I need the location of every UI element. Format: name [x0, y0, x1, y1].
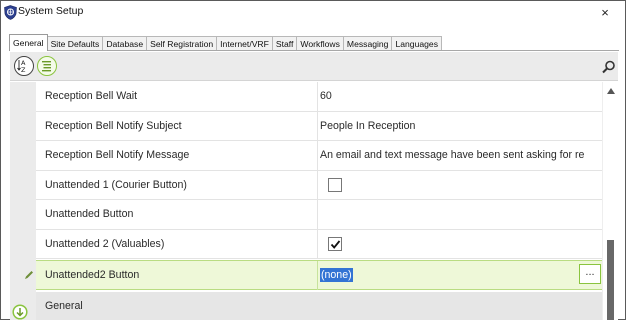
selected-value-text[interactable]: (none): [320, 268, 353, 282]
property-label: Unattended 1 (Courier Button): [45, 178, 187, 191]
column-divider: [317, 229, 318, 259]
property-label: Unattended2 Button: [45, 269, 140, 281]
property-grid: Reception Bell Wait 60 Reception Bell No…: [10, 82, 618, 320]
app-shield-icon: [4, 5, 17, 20]
column-divider: [317, 111, 318, 141]
expand-down-icon[interactable]: [12, 304, 28, 320]
window-title: System Setup: [18, 5, 84, 17]
unattended-2-checkbox[interactable]: [328, 236, 342, 251]
property-row[interactable]: Reception Bell Wait 60: [36, 82, 602, 112]
browse-ellipsis-button[interactable]: ...: [579, 264, 601, 284]
column-divider: [317, 200, 318, 229]
checkmark-icon: [330, 239, 341, 249]
grid-gutter: [10, 82, 36, 320]
category-row-general[interactable]: General: [36, 292, 602, 320]
title-bar: System Setup ×: [1, 1, 625, 29]
property-value[interactable]: An email and text message have been sent…: [320, 141, 602, 170]
tab-strip: General Site Defaults Database Self Regi…: [9, 34, 443, 51]
categorized-icon: [42, 61, 51, 72]
column-divider: [317, 261, 318, 290]
property-row[interactable]: Unattended 1 (Courier Button): [36, 170, 602, 200]
scroll-up-arrow-icon[interactable]: [607, 88, 615, 94]
close-button[interactable]: ×: [597, 5, 613, 21]
property-value[interactable]: [320, 200, 602, 229]
property-value[interactable]: People In Reception: [320, 112, 602, 141]
property-row[interactable]: Reception Bell Notify Message An email a…: [36, 141, 602, 171]
sort-alphabetical-button[interactable]: A Z: [14, 56, 34, 76]
svg-text:Z: Z: [21, 66, 26, 74]
system-setup-window: System Setup × General Site Defaults Dat…: [0, 0, 626, 320]
property-row-selected[interactable]: Unattended2 Button (none) ...: [36, 260, 602, 290]
property-label: Reception Bell Notify Subject: [45, 119, 182, 132]
categorized-view-button[interactable]: [37, 56, 57, 76]
column-divider: [317, 170, 318, 200]
column-divider: [317, 141, 318, 170]
column-divider: [317, 82, 318, 111]
property-value[interactable]: 60: [320, 82, 602, 111]
sort-az-icon: A Z: [17, 59, 26, 74]
property-label: Reception Bell Notify Message: [45, 149, 190, 161]
tab-messaging[interactable]: Messaging: [342, 36, 393, 51]
pencil-edit-icon: [25, 271, 33, 279]
tab-site-defaults[interactable]: Site Defaults: [46, 36, 104, 51]
property-label: Reception Bell Wait: [45, 90, 138, 102]
tab-workflows[interactable]: Workflows: [296, 36, 344, 51]
property-label: Unattended 2 (Valuables): [45, 237, 165, 250]
search-icon[interactable]: [602, 60, 616, 74]
property-label: Unattended Button: [45, 208, 134, 220]
tab-general[interactable]: General: [9, 34, 48, 51]
tab-database[interactable]: Database: [102, 36, 148, 51]
tab-internet-vrf[interactable]: Internet/VRF: [216, 36, 273, 51]
tab-self-registration[interactable]: Self Registration: [146, 36, 218, 51]
property-value-editor[interactable]: (none): [320, 265, 566, 286]
property-row[interactable]: Unattended 2 (Valuables): [36, 229, 602, 259]
unattended-1-checkbox[interactable]: [328, 177, 342, 192]
tab-staff[interactable]: Staff: [271, 36, 298, 51]
scroll-thumb[interactable]: [607, 240, 614, 320]
tab-content-border: [9, 50, 619, 51]
property-grid-toolbar: A Z: [10, 52, 618, 81]
vertical-scrollbar[interactable]: [602, 82, 618, 320]
tab-languages[interactable]: Languages: [391, 36, 443, 51]
property-row[interactable]: Reception Bell Notify Subject People In …: [36, 111, 602, 141]
category-label: General: [45, 300, 83, 312]
property-row[interactable]: Unattended Button: [36, 200, 602, 230]
